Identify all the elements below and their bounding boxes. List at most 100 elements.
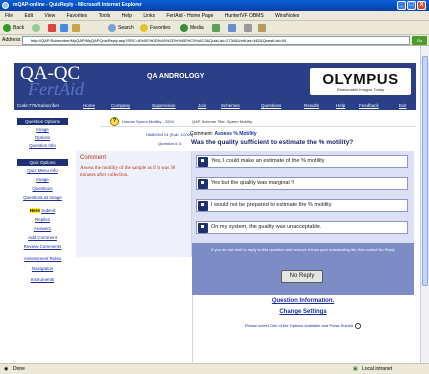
forward-button[interactable] bbox=[32, 23, 42, 33]
sidebar-item-navigation[interactable]: Navigation bbox=[17, 266, 68, 272]
minimize-button[interactable]: _ bbox=[397, 1, 406, 10]
sidebar-item-submit[interactable]: Here Submit bbox=[17, 208, 68, 214]
answer-option[interactable]: I would not be prepared to estimate the … bbox=[196, 199, 408, 212]
sidebar-item-replies[interactable]: Replies bbox=[17, 217, 68, 223]
scheme-header: ? Human Sperm Motility - 2004 QAP Scheme… bbox=[100, 117, 416, 127]
scheme-label: Human Sperm Motility - 2004 bbox=[122, 119, 174, 124]
address-input[interactable]: http://QAP/Subscriber/MyQAP/MyQAPQuizRep… bbox=[22, 36, 410, 45]
nav-supervision[interactable]: Supervision bbox=[152, 101, 176, 110]
menu-tools[interactable]: Tools bbox=[99, 11, 111, 21]
nav-home[interactable]: Home bbox=[83, 101, 95, 110]
sponsor-logo[interactable]: OLYMPUS Reasonable Images Today bbox=[310, 68, 411, 95]
ie-page-icon: ◉ bbox=[4, 366, 9, 372]
current-marker: Here bbox=[29, 208, 40, 213]
links-label: Links bbox=[143, 13, 156, 19]
banner-title: QA ANDROLOGY bbox=[147, 73, 205, 80]
nav-company[interactable]: Company bbox=[111, 101, 130, 110]
link-winsnotes[interactable]: WinsNotes bbox=[275, 11, 299, 21]
go-button[interactable]: Go bbox=[412, 36, 427, 45]
stop-button[interactable] bbox=[48, 23, 58, 33]
question-comment: Comment: Assess % Motility bbox=[190, 131, 257, 137]
sidebar-item-quiz-image[interactable]: Image bbox=[17, 177, 68, 183]
status-bar: ◉ Done ▣ Local intranet bbox=[0, 363, 429, 374]
search-button[interactable]: Search bbox=[108, 23, 134, 33]
nav-help[interactable]: Help bbox=[336, 101, 345, 110]
answer-option[interactable]: On my system, the quality was unacceptab… bbox=[196, 221, 408, 234]
instructions-text: Please select One of the Options Availab… bbox=[244, 323, 354, 329]
menu-edit[interactable]: Edit bbox=[24, 11, 33, 21]
sidebar-item-quiz-menu-info[interactable]: Quiz Menu Info bbox=[17, 168, 68, 174]
favorites-button[interactable]: Favorites bbox=[140, 23, 171, 33]
link-hunterivf[interactable]: HunterIVF OBMS bbox=[225, 11, 264, 21]
menu-view[interactable]: View bbox=[44, 11, 55, 21]
nav-questions[interactable]: Questions bbox=[261, 101, 281, 110]
search-icon bbox=[108, 23, 116, 32]
menu-bar: File Edit View Favorites Tools Help Link… bbox=[0, 11, 429, 21]
nav-results[interactable]: Results bbox=[304, 101, 319, 110]
answer-option-label: Yes, I could make an estimate of the % m… bbox=[211, 158, 325, 164]
close-button[interactable]: X bbox=[417, 1, 426, 10]
no-reply-panel: If you do not wish to reply to this ques… bbox=[192, 243, 414, 295]
sidebar-item-assessment-rules[interactable]: Assessment Rules bbox=[17, 256, 68, 262]
sponsor-name: OLYMPUS bbox=[322, 71, 399, 88]
question-comment-label: Comment: bbox=[190, 131, 214, 137]
change-settings-link[interactable]: Change Settings bbox=[192, 309, 414, 315]
sidebar-item-review-comments[interactable]: Review Comments bbox=[17, 244, 68, 250]
link-fertaid-home[interactable]: FertAid - Home Page bbox=[166, 11, 213, 21]
nav-exit[interactable]: Exit bbox=[399, 101, 407, 110]
sidebar-item-question-list-image[interactable]: QuestionList Image bbox=[17, 195, 68, 201]
nav-join[interactable]: Join bbox=[198, 101, 206, 110]
nav-feedback[interactable]: Feedback bbox=[359, 101, 379, 110]
refresh-button[interactable] bbox=[60, 23, 70, 33]
select-option-button[interactable] bbox=[198, 201, 208, 211]
no-reply-button[interactable]: No Reply bbox=[281, 270, 323, 283]
history-button[interactable] bbox=[212, 23, 222, 33]
scrollbar-thumb[interactable] bbox=[422, 56, 428, 286]
status-text: Done bbox=[13, 366, 25, 372]
site-banner: QA-QC FertAid QA ANDROLOGY OLYMPUS Reaso… bbox=[14, 63, 416, 101]
instructions-note: Please select One of the Options Availab… bbox=[192, 323, 414, 329]
edit-button[interactable] bbox=[258, 23, 268, 33]
select-option-button[interactable] bbox=[198, 179, 208, 189]
menu-help[interactable]: Help bbox=[122, 11, 132, 21]
ie-icon bbox=[2, 2, 9, 9]
sidebar-item-questions[interactable]: Questions bbox=[17, 186, 68, 192]
answer-option-label: Yes but the quality was marginal !! bbox=[211, 180, 295, 186]
print-icon bbox=[244, 23, 252, 32]
comment-panel: Comment Assess the motility of the sampl… bbox=[76, 151, 192, 257]
back-button[interactable]: Back bbox=[3, 23, 24, 33]
menu-favorites[interactable]: Favorites bbox=[67, 11, 88, 21]
media-icon bbox=[180, 23, 188, 32]
sidebar-item-question-info[interactable]: Question Info bbox=[17, 143, 68, 149]
sidebar-item-answers[interactable]: Answers bbox=[17, 226, 68, 232]
menu-file[interactable]: File bbox=[5, 11, 13, 21]
stop-icon bbox=[48, 23, 56, 32]
sidebar-quiz-options-title: Quiz Options bbox=[17, 159, 68, 166]
history-icon bbox=[212, 23, 220, 32]
subscriber-code: Code:778/Subscriber bbox=[17, 103, 60, 108]
mail-button[interactable] bbox=[228, 23, 238, 33]
answer-option[interactable]: Yes but the quality was marginal !! bbox=[196, 177, 408, 190]
select-option-button[interactable] bbox=[198, 157, 208, 167]
question-information-link[interactable]: Question Information. bbox=[192, 298, 414, 304]
select-option-button[interactable] bbox=[198, 223, 208, 233]
site-logo-sub: FertAid bbox=[28, 79, 84, 99]
media-button[interactable]: Media bbox=[180, 23, 204, 33]
lightbulb-icon[interactable]: ? bbox=[110, 117, 119, 126]
sidebar-item-image[interactable]: Image bbox=[17, 127, 68, 133]
vertical-scrollbar[interactable] bbox=[420, 46, 429, 363]
print-button[interactable] bbox=[244, 23, 254, 33]
sidebar-item-options[interactable]: Options bbox=[17, 135, 68, 141]
answer-option[interactable]: Yes, I could make an estimate of the % m… bbox=[196, 155, 408, 168]
forward-arrow-icon bbox=[32, 23, 40, 32]
question-number: Question # 3: bbox=[158, 141, 182, 146]
sidebar-item-add-comment[interactable]: Add Comment bbox=[17, 235, 68, 241]
maximize-button[interactable]: □ bbox=[407, 1, 416, 10]
toolbar: Back Search Favorites Media bbox=[0, 21, 429, 35]
key-icon bbox=[355, 323, 362, 329]
scheme-title: QAP Scheme Title: Sperm Motility bbox=[192, 119, 253, 124]
nav-schemes[interactable]: Schemes bbox=[221, 101, 240, 110]
home-button[interactable] bbox=[72, 23, 82, 33]
sidebar-item-instruments[interactable]: Instruments bbox=[17, 277, 68, 283]
edit-icon bbox=[258, 23, 266, 32]
